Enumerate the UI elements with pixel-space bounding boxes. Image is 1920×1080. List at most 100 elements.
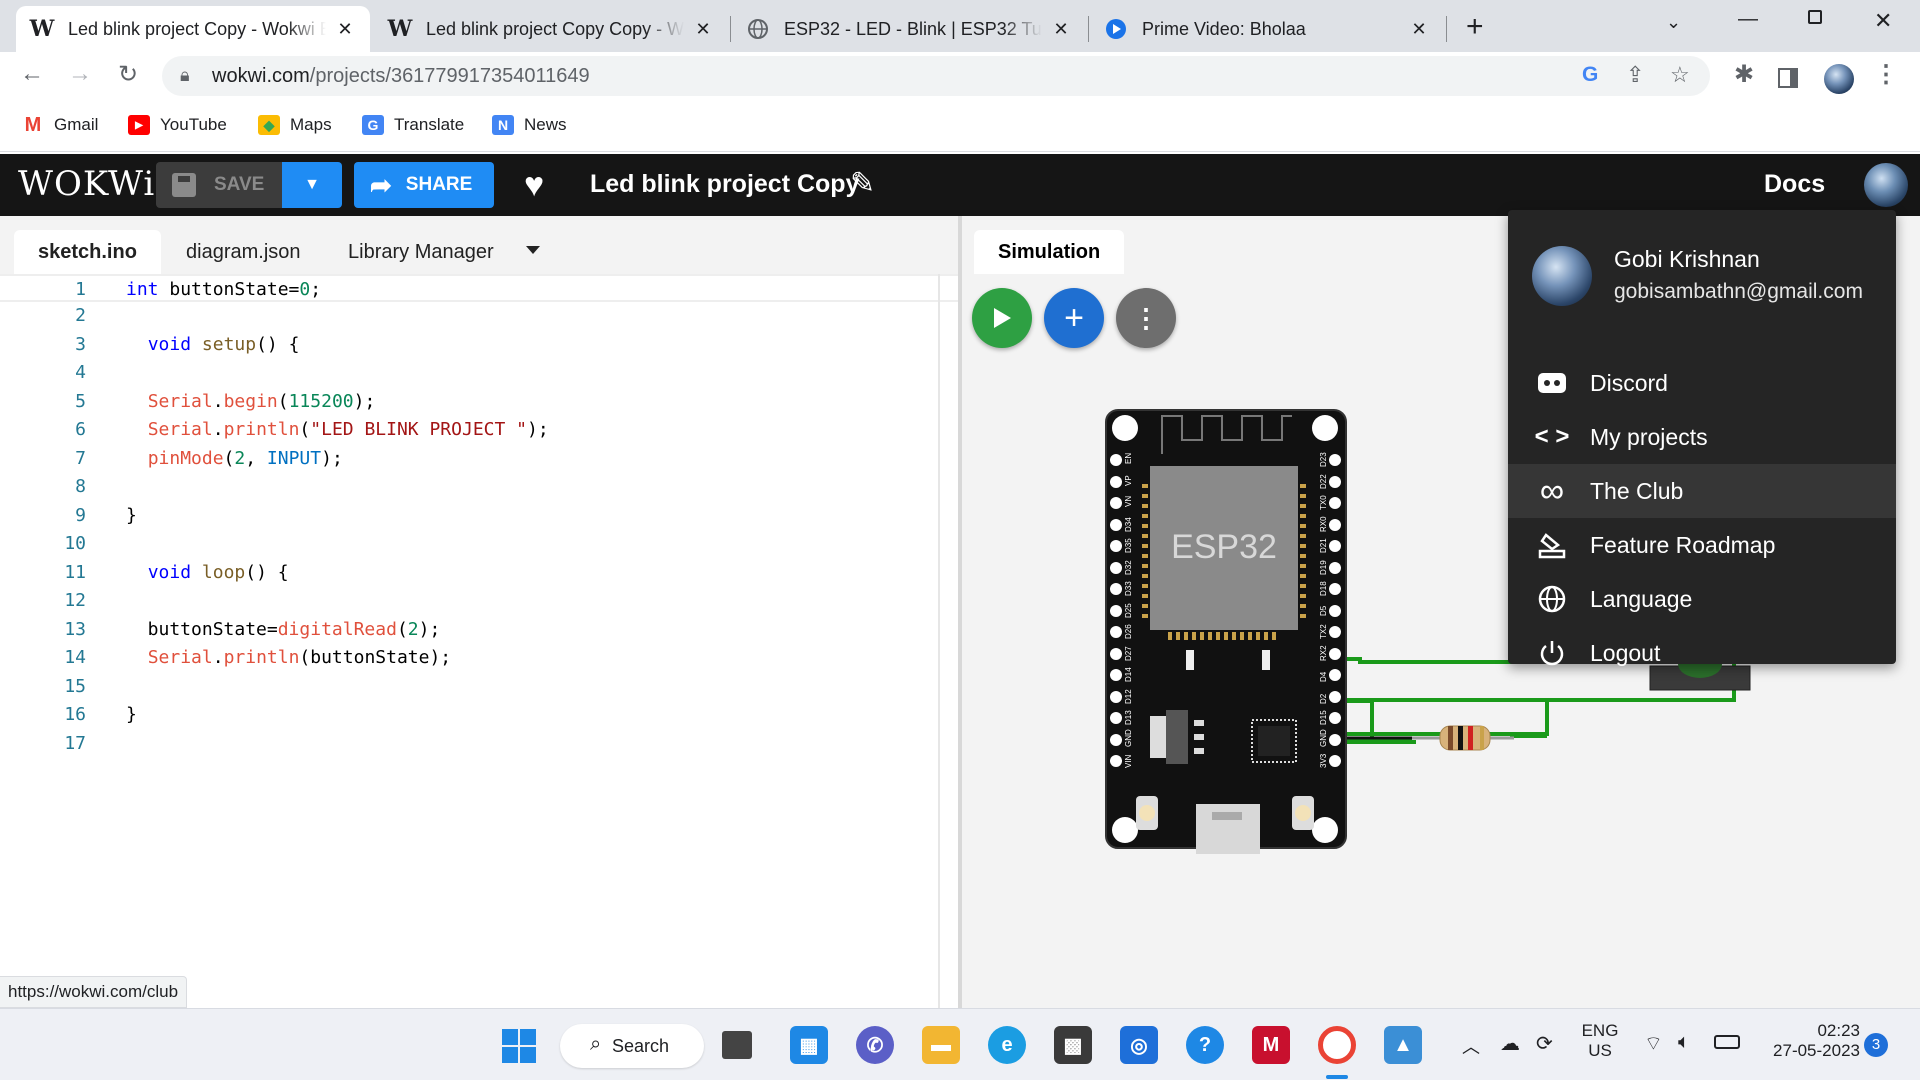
profile-avatar[interactable] bbox=[1824, 64, 1854, 94]
more-tabs-caret-icon[interactable] bbox=[526, 246, 540, 254]
heart-icon[interactable]: ♥ bbox=[524, 166, 544, 205]
pin-label: EN bbox=[1124, 453, 1133, 464]
line-number: 8 bbox=[75, 476, 86, 497]
help-icon[interactable]: ? bbox=[1186, 1026, 1224, 1064]
menu-user-avatar bbox=[1532, 246, 1592, 306]
menu-item-feature-roadmap[interactable]: Feature Roadmap bbox=[1508, 518, 1896, 572]
menu-item-my-projects[interactable]: < > My projects bbox=[1508, 410, 1896, 464]
code-line: 14 Serial.println(buttonState); bbox=[0, 644, 960, 672]
store-icon[interactable]: ▩ bbox=[1054, 1026, 1092, 1064]
edit-pencil-icon[interactable]: ✎ bbox=[850, 166, 875, 201]
close-tab-icon[interactable]: ✕ bbox=[692, 19, 714, 40]
browser-tab-1[interactable]: W Led blink project Copy - Wokwi E ✕ bbox=[16, 6, 370, 52]
photos-icon[interactable]: ▲ bbox=[1384, 1026, 1422, 1064]
sync-icon[interactable]: ⟳ bbox=[1536, 1031, 1553, 1056]
tab-separator bbox=[1088, 16, 1089, 42]
line-number: 11 bbox=[64, 562, 86, 583]
pin-label: D25 bbox=[1124, 603, 1133, 618]
edge-browser-icon[interactable]: e bbox=[988, 1026, 1026, 1064]
clock-date: 27-05-2023 bbox=[1773, 1041, 1860, 1060]
app-icon[interactable]: ◎ bbox=[1120, 1026, 1158, 1064]
taskbar-search[interactable]: ⌕ Search bbox=[560, 1024, 704, 1068]
volume-icon[interactable]: 🔈︎ bbox=[1678, 1031, 1690, 1054]
forward-icon[interactable]: → bbox=[62, 60, 98, 88]
browser-tab-3[interactable]: ESP32 - LED - Blink | ESP32 Tutor ✕ bbox=[732, 6, 1086, 52]
share-button[interactable]: ➦ SHARE bbox=[354, 162, 494, 208]
wokwi-logo[interactable]: WOKWi bbox=[18, 164, 155, 204]
extensions-icon[interactable]: ✱ bbox=[1726, 60, 1762, 89]
esp32-board[interactable]: ESP32 EN VP VN D34 D35 D32 D33 D25 D26 D… bbox=[1105, 409, 1347, 854]
pin-label: D2 bbox=[1319, 693, 1328, 704]
save-button[interactable]: SAVE bbox=[156, 162, 282, 208]
project-title[interactable]: Led blink project Copy bbox=[590, 170, 859, 199]
left-pin-labels: EN VP VN D34 D35 D32 D33 D25 D26 D27 D14… bbox=[1124, 453, 1133, 768]
bookmark-translate[interactable]: G Translate bbox=[362, 115, 464, 135]
pin-label: D23 bbox=[1319, 452, 1328, 467]
menu-item-the-club[interactable]: ∞ The Club bbox=[1508, 464, 1896, 518]
minimize-icon[interactable]: — bbox=[1738, 8, 1758, 31]
tab-sketch-ino[interactable]: sketch.ino bbox=[14, 230, 161, 274]
play-icon bbox=[1104, 17, 1128, 41]
menu-item-logout[interactable]: Logout bbox=[1508, 626, 1896, 680]
close-tab-icon[interactable]: ✕ bbox=[1408, 19, 1430, 40]
bookmark-gmail[interactable]: M Gmail bbox=[22, 114, 98, 136]
bookmark-label: News bbox=[524, 115, 567, 134]
code-editor-pane: sketch.ino diagram.json Library Manager … bbox=[0, 216, 960, 1008]
widgets-icon[interactable]: ▦ bbox=[790, 1026, 828, 1064]
start-menu-icon[interactable] bbox=[502, 1029, 536, 1068]
tab-search-icon[interactable]: ⌄ bbox=[1666, 12, 1681, 33]
tab-diagram-json[interactable]: diagram.json bbox=[162, 230, 325, 274]
docs-link[interactable]: Docs bbox=[1764, 170, 1825, 199]
file-explorer-icon[interactable]: ▬ bbox=[922, 1026, 960, 1064]
task-view-icon[interactable] bbox=[722, 1031, 752, 1059]
infinity-icon: ∞ bbox=[1539, 471, 1565, 510]
address-bar[interactable]: 🔒︎ wokwi.com/projects/361779917354011649… bbox=[162, 56, 1710, 96]
close-tab-icon[interactable]: ✕ bbox=[334, 19, 356, 40]
bookmark-news[interactable]: N News bbox=[492, 115, 567, 135]
menu-item-language[interactable]: Language bbox=[1508, 572, 1896, 626]
mcafee-icon[interactable]: M bbox=[1252, 1026, 1290, 1064]
onedrive-icon[interactable]: ☁ bbox=[1500, 1031, 1520, 1056]
clock[interactable]: 02:23 27-05-2023 bbox=[1760, 1021, 1860, 1061]
notification-badge[interactable]: 3 bbox=[1864, 1033, 1888, 1057]
side-panel-icon[interactable] bbox=[1778, 68, 1798, 88]
pin-label: D12 bbox=[1124, 689, 1133, 704]
bookmark-youtube[interactable]: ▶ YouTube bbox=[128, 115, 227, 135]
google-lens-icon[interactable]: G bbox=[1582, 63, 1598, 87]
window-close-icon[interactable]: ✕ bbox=[1874, 8, 1892, 34]
chip-label: ESP32 bbox=[1171, 528, 1277, 566]
tab-separator bbox=[1446, 16, 1447, 42]
share-arrow-icon: ➦ bbox=[370, 169, 392, 200]
language-indicator[interactable]: ENG US bbox=[1576, 1021, 1624, 1061]
code-area[interactable]: 1 int buttonState=0; 2 3 void setup() { 4… bbox=[0, 274, 960, 1008]
tray-chevron-icon[interactable]: ︿ bbox=[1462, 1033, 1480, 1059]
back-icon[interactable]: ← bbox=[14, 60, 50, 88]
close-tab-icon[interactable]: ✕ bbox=[1050, 19, 1072, 40]
pin-label: GND bbox=[1124, 729, 1133, 747]
browser-tab-4[interactable]: Prime Video: Bholaa ✕ bbox=[1090, 6, 1444, 52]
reload-icon[interactable]: ↻ bbox=[110, 60, 146, 89]
battery-icon[interactable] bbox=[1714, 1035, 1740, 1049]
translate-icon: G bbox=[362, 115, 384, 135]
user-avatar[interactable] bbox=[1864, 163, 1908, 207]
save-dropdown-button[interactable]: ▼ bbox=[282, 162, 342, 208]
menu-item-label: Logout bbox=[1590, 639, 1661, 666]
browser-tab-2[interactable]: W Led blink project Copy Copy - W ✕ bbox=[374, 6, 728, 52]
wifi-icon[interactable]: ⌔ bbox=[1644, 1031, 1663, 1056]
editor-scrollbar[interactable] bbox=[938, 274, 940, 1008]
more-menu-icon[interactable]: ⋮ bbox=[1868, 60, 1904, 89]
code-line: 13 buttonState=digitalRead(2); bbox=[0, 616, 960, 644]
new-tab-icon[interactable]: + bbox=[1466, 10, 1484, 44]
resistor[interactable] bbox=[1412, 725, 1514, 751]
pin-label: RX0 bbox=[1319, 516, 1328, 532]
tab-library-manager[interactable]: Library Manager bbox=[324, 230, 518, 274]
menu-item-discord[interactable]: Discord bbox=[1508, 356, 1896, 410]
chrome-icon[interactable] bbox=[1318, 1026, 1356, 1064]
bookmark-maps[interactable]: ◆ Maps bbox=[258, 115, 332, 135]
bookmark-star-icon[interactable]: ☆ bbox=[1670, 62, 1690, 88]
share-page-icon[interactable]: ⇪ bbox=[1626, 62, 1644, 88]
line-number: 7 bbox=[75, 448, 86, 469]
teams-chat-icon[interactable]: ✆ bbox=[856, 1026, 894, 1064]
save-disk-icon bbox=[172, 173, 196, 197]
restore-icon[interactable] bbox=[1808, 10, 1822, 24]
